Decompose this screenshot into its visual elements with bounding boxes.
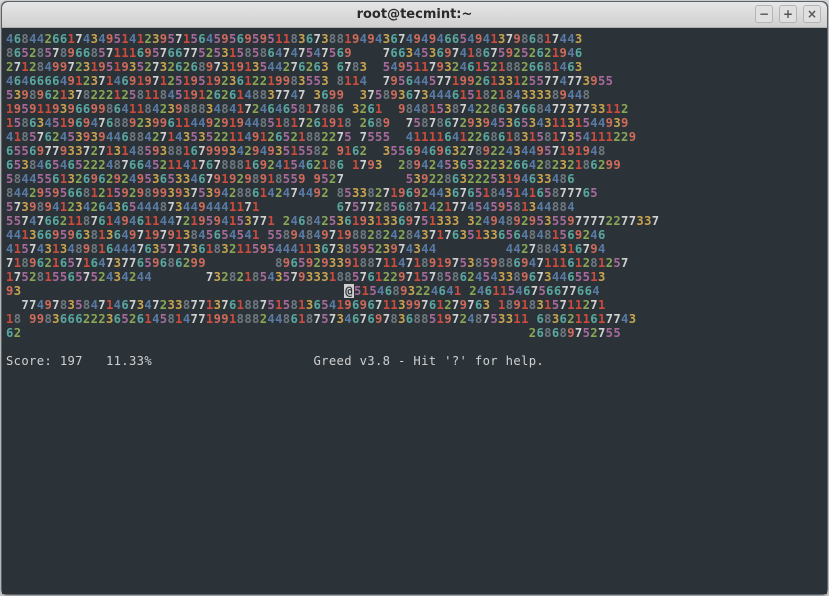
grid-row: 4646666491237146919712519519236122199835… xyxy=(6,74,823,88)
titlebar: root@tecmint:~ − + × xyxy=(2,2,827,28)
grid-row: 6556977933727131485938816799934294935155… xyxy=(6,144,823,158)
terminal-window: root@tecmint:~ − + × 4684426617434951412… xyxy=(1,1,828,595)
close-button[interactable]: × xyxy=(803,5,821,23)
grid-row: 71896216571647377659686299 8965929339188… xyxy=(6,256,823,270)
grid-row: 55747662118761494611447219594153771 2468… xyxy=(6,214,823,228)
grid-row: 7749783584714673472338771376188751581365… xyxy=(6,298,823,312)
score-label: Score: xyxy=(6,354,52,368)
grid-row: 441366959638136497197913845654541 558948… xyxy=(6,228,823,242)
grid-row: 4684426617434951412395715645956959511836… xyxy=(6,32,823,46)
grid-row: 18 9983666222365261458147719918882448618… xyxy=(6,312,823,326)
window-title: root@tecmint:~ xyxy=(357,7,473,22)
window-controls: − + × xyxy=(755,5,821,23)
score-percent: 11.33% xyxy=(106,354,152,368)
grid-row: 4185762453939446884271435352211491265218… xyxy=(6,130,823,144)
grid-row: 4157431348981644476357173618321159544411… xyxy=(6,242,823,256)
grid-row: 573989412342643654448734494441171 675772… xyxy=(6,200,823,214)
grid-row: 6538465465222487664521141767888169241546… xyxy=(6,158,823,172)
score-value: 197 xyxy=(60,354,83,368)
blank-row xyxy=(6,340,823,354)
grid-row: 2712849972319519352732626897319135442762… xyxy=(6,60,823,74)
minimize-button[interactable]: − xyxy=(755,5,773,23)
grid-row: 584455613269629249536533467919298918559 … xyxy=(6,172,823,186)
help-hint: Greed v3.8 - Hit '?' for help. xyxy=(314,354,545,368)
grid-row: 8652857896685711169576677525315858647475… xyxy=(6,46,823,60)
terminal-viewport[interactable]: 4684426617434951412395715645956959511836… xyxy=(2,28,827,594)
grid-row: 1959119396699864118423988834841724646581… xyxy=(6,102,823,116)
grid-row: 93 @51546893224641 24611546756677664 xyxy=(6,284,823,298)
grid-row: 539896213782221258118451912626148837747 … xyxy=(6,88,823,102)
maximize-button[interactable]: + xyxy=(779,5,797,23)
player-cursor: @ xyxy=(344,284,354,298)
grid-row: 62 268689752755 xyxy=(6,326,823,340)
grid-row: 1586345196947688923996114492919448518172… xyxy=(6,116,823,130)
grid-row: 1752815565752434244 73282185435793331885… xyxy=(6,270,823,284)
grid-row: 8442959566812159298993937539428861424744… xyxy=(6,186,823,200)
status-bar: Score: 197 11.33% Greed v3.8 - Hit '?' f… xyxy=(6,354,823,368)
